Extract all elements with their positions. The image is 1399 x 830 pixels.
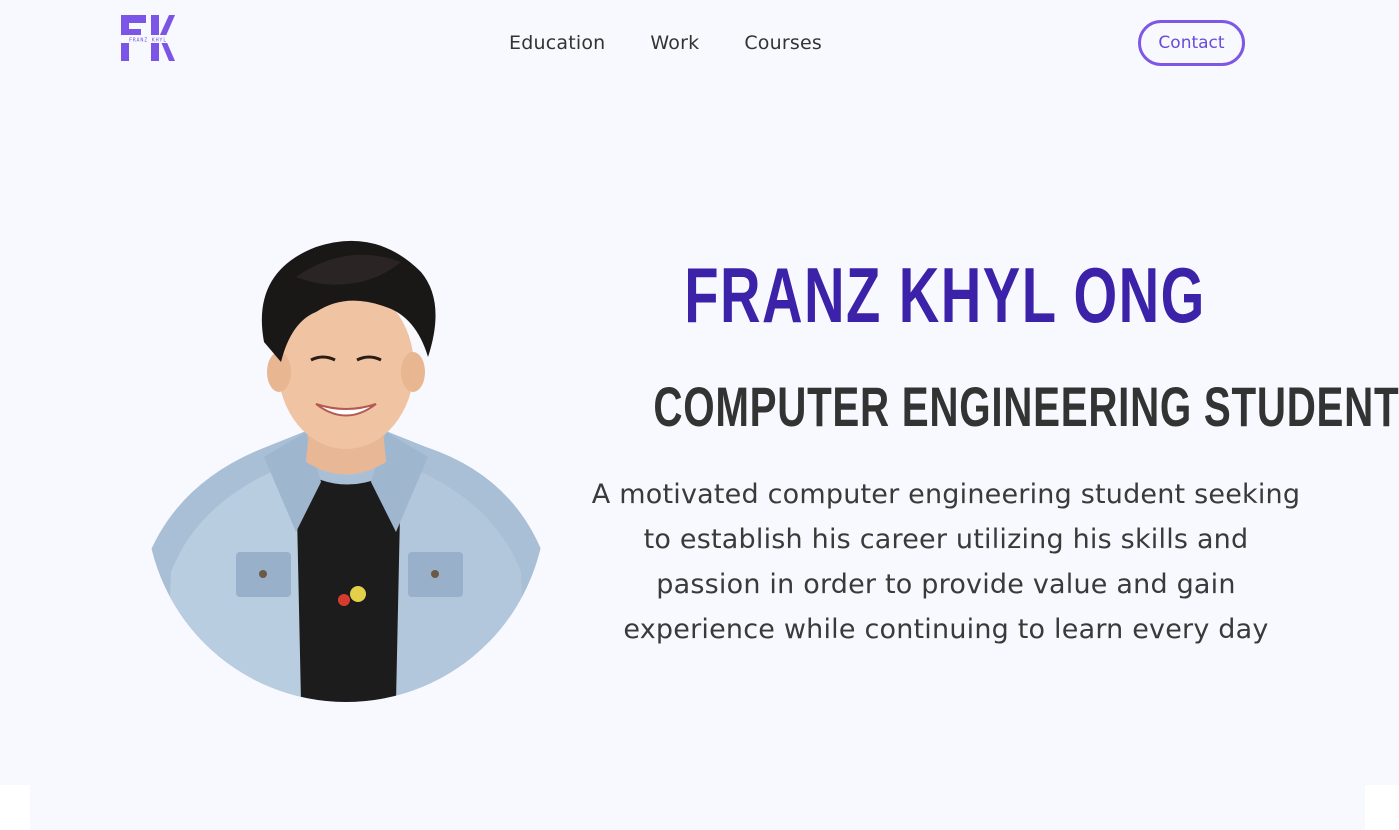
hero-bio: A motivated computer engineering student…: [591, 479, 1301, 645]
hero-role: COMPUTER ENGINEERING STUDENT: [653, 375, 1399, 438]
contact-button[interactable]: Contact: [1138, 20, 1245, 66]
nav-link-courses[interactable]: Courses: [744, 30, 822, 56]
main-nav: Education Work Courses: [509, 30, 822, 56]
next-section: [30, 785, 1365, 830]
page: FRANZ KHYL Education Work Courses Contac…: [0, 0, 1399, 830]
profile-photo: [146, 232, 546, 702]
fk-logo-icon[interactable]: FRANZ KHYL: [121, 15, 175, 61]
nav-link-education[interactable]: Education: [509, 30, 605, 56]
hero-name: FRANZ KHYL ONG: [684, 251, 1206, 339]
logo-text: FRANZ KHYL: [129, 38, 167, 44]
nav-link-work[interactable]: Work: [650, 30, 699, 56]
